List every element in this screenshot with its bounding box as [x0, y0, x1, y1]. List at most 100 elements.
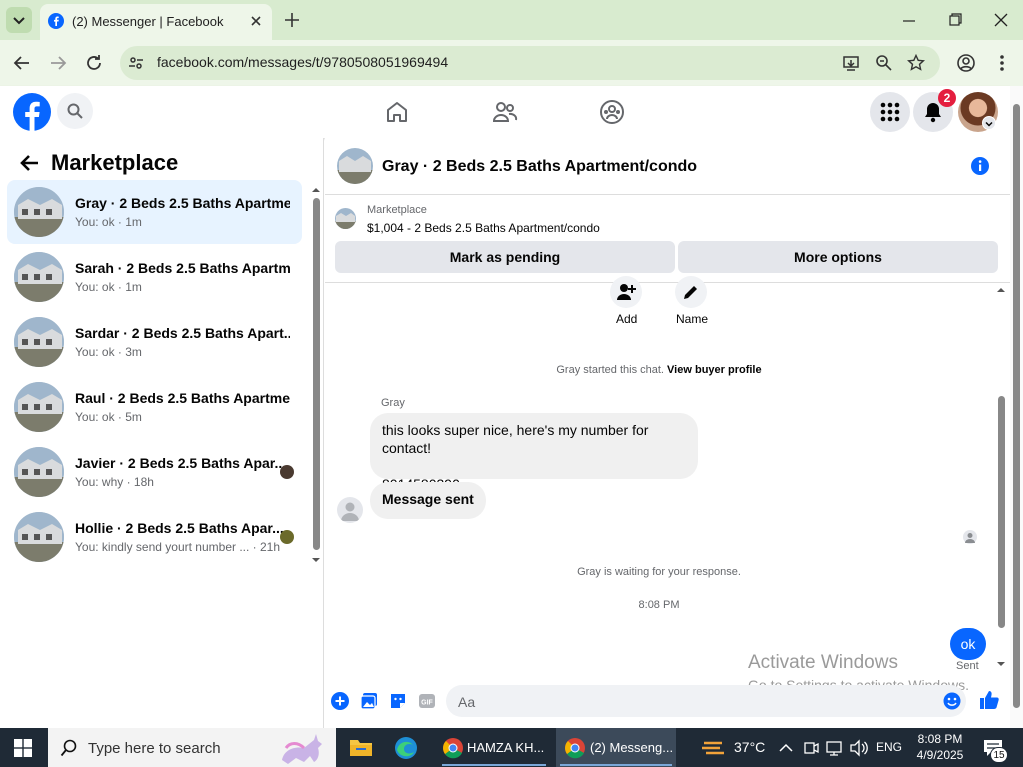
- volume-icon[interactable]: [849, 739, 869, 757]
- file-explorer-icon[interactable]: [349, 737, 373, 758]
- sidebar-scroll-thumb[interactable]: [313, 198, 320, 550]
- chat-header: Gray · 2 Beds 2.5 Baths Apartment/condo: [325, 138, 1010, 195]
- my-message-bubble[interactable]: ok: [950, 628, 986, 660]
- grid-menu-icon: [880, 102, 900, 122]
- message-text-line1: this looks super nice, here's my number …: [382, 422, 649, 456]
- conversation-name: Raul · 2 Beds 2.5 Baths Apartme...: [75, 390, 290, 406]
- listing-thumbnail-small[interactable]: [335, 208, 356, 229]
- forward-icon[interactable]: [48, 53, 68, 73]
- mark-pending-button[interactable]: Mark as pending: [335, 241, 675, 273]
- page-scrollbar[interactable]: [1010, 86, 1023, 728]
- pencil-icon: [684, 286, 697, 299]
- taskbar-app-chrome-2[interactable]: (2) Messeng...: [556, 728, 676, 767]
- message-sent-bubble[interactable]: Message sent: [370, 482, 486, 519]
- chat-scrollbar[interactable]: [995, 286, 1007, 668]
- facebook-favicon-icon: [48, 13, 64, 29]
- language-indicator[interactable]: ENG: [876, 728, 902, 767]
- tab-search-button[interactable]: [6, 7, 32, 33]
- taskbar-app-chrome-1[interactable]: HAMZA KH...: [436, 728, 554, 767]
- groups-icon[interactable]: [599, 99, 625, 125]
- listing-price-title[interactable]: $1,004 - 2 Beds 2.5 Baths Apartment/cond…: [367, 221, 600, 235]
- edit-name-button[interactable]: [675, 276, 707, 308]
- account-chevron[interactable]: [982, 116, 996, 130]
- plus-icon[interactable]: [331, 692, 349, 710]
- facebook-header: 2: [0, 86, 1010, 138]
- conversation-name: Gray · 2 Beds 2.5 Baths Apartme...: [75, 195, 290, 211]
- meet-now-icon[interactable]: [803, 739, 819, 757]
- reload-icon[interactable]: [84, 53, 104, 73]
- image-icon[interactable]: [360, 692, 378, 710]
- back-icon[interactable]: [12, 53, 32, 73]
- chevron-up-icon[interactable]: [778, 741, 794, 755]
- menu-button[interactable]: [870, 92, 910, 132]
- weather-temperature[interactable]: 37°C: [734, 728, 765, 767]
- chat-scroll-thumb[interactable]: [998, 396, 1005, 628]
- emoji-icon[interactable]: [943, 692, 961, 710]
- weather-icon[interactable]: [700, 737, 726, 759]
- chat-title[interactable]: Gray · 2 Beds 2.5 Baths Apartment/condo: [382, 158, 697, 176]
- bookmark-star-icon[interactable]: [907, 54, 925, 72]
- conversation-preview: You: ok · 5m: [75, 410, 142, 424]
- gif-icon[interactable]: GIF: [418, 692, 436, 710]
- listing-thumbnail: [14, 187, 64, 237]
- install-app-icon[interactable]: [842, 54, 860, 72]
- conversation-preview: You: ok · 3m: [75, 345, 142, 359]
- browser-tab-bar: (2) Messenger | Facebook: [0, 0, 1023, 40]
- listing-thumbnail: [14, 512, 64, 562]
- conversation-item[interactable]: Javier · 2 Beds 2.5 Baths Apar... You: w…: [7, 440, 302, 504]
- conversation-item[interactable]: Raul · 2 Beds 2.5 Baths Apartme... You: …: [7, 375, 302, 439]
- conversation-preview: You: ok · 1m: [75, 215, 142, 229]
- conversation-item[interactable]: Hollie · 2 Beds 2.5 Baths Apar... You: k…: [7, 505, 302, 569]
- taskbar-search-box[interactable]: Type here to search: [48, 728, 336, 767]
- add-label: Add: [616, 312, 638, 326]
- omnibox[interactable]: facebook.com/messages/t/9780508051969494: [120, 46, 940, 80]
- listing-thumbnail: [14, 447, 64, 497]
- started-text: Gray started this chat.: [556, 364, 664, 376]
- profile-icon[interactable]: [956, 53, 976, 73]
- search-button[interactable]: [57, 93, 93, 129]
- minimize-icon[interactable]: [900, 12, 918, 30]
- taskbar-app-label: HAMZA KH...: [467, 740, 545, 755]
- taskbar-app-underline: [560, 764, 672, 766]
- page-scroll-thumb[interactable]: [1013, 104, 1020, 708]
- view-buyer-profile-link[interactable]: View buyer profile: [667, 364, 762, 376]
- scroll-up-icon[interactable]: [312, 186, 320, 194]
- clock[interactable]: 8:08 PM 4/9/2025: [912, 731, 968, 763]
- chat-avatar[interactable]: [337, 148, 373, 184]
- edge-icon[interactable]: [394, 736, 418, 760]
- scroll-down-icon[interactable]: [997, 660, 1005, 668]
- sender-avatar[interactable]: [337, 497, 363, 523]
- sidebar-scrollbar[interactable]: [310, 186, 322, 566]
- more-options-button[interactable]: More options: [678, 241, 998, 273]
- address-bar-row: facebook.com/messages/t/9780508051969494: [0, 40, 1023, 86]
- maximize-icon[interactable]: [946, 11, 964, 29]
- site-info-icon[interactable]: [128, 55, 144, 71]
- listing-thumbnail: [14, 252, 64, 302]
- friends-icon[interactable]: [492, 100, 518, 124]
- thumbs-up-icon[interactable]: [978, 689, 1000, 711]
- conversation-item[interactable]: Gray · 2 Beds 2.5 Baths Apartme... You: …: [7, 180, 302, 244]
- info-icon[interactable]: [970, 156, 990, 176]
- new-tab-icon[interactable]: [283, 11, 301, 29]
- conversation-item[interactable]: Sardar · 2 Beds 2.5 Baths Apart... You: …: [7, 310, 302, 374]
- close-tab-icon[interactable]: [248, 13, 264, 29]
- browser-tab[interactable]: (2) Messenger | Facebook: [40, 4, 272, 40]
- message-input[interactable]: Aa: [446, 685, 966, 717]
- windows-start-icon[interactable]: [14, 739, 32, 757]
- conversation-item[interactable]: Sarah · 2 Beds 2.5 Baths Apartm... You: …: [7, 245, 302, 309]
- received-message-bubble[interactable]: this looks super nice, here's my number …: [370, 413, 698, 492]
- close-window-icon[interactable]: [992, 11, 1010, 29]
- add-contact-button[interactable]: [610, 276, 642, 308]
- network-icon[interactable]: [826, 739, 844, 757]
- browser-menu-icon[interactable]: [992, 53, 1012, 73]
- sender-name: Gray: [381, 397, 405, 409]
- scroll-down-icon[interactable]: [312, 556, 320, 564]
- zoom-icon[interactable]: [875, 54, 893, 72]
- home-icon[interactable]: [385, 100, 409, 124]
- scroll-up-icon[interactable]: [997, 286, 1005, 294]
- back-arrow-icon[interactable]: [18, 153, 40, 173]
- conversation-name: Sarah · 2 Beds 2.5 Baths Apartm...: [75, 260, 290, 276]
- facebook-logo-icon[interactable]: [13, 93, 51, 131]
- sidebar-title: Marketplace: [51, 150, 179, 175]
- sticker-icon[interactable]: [389, 692, 407, 710]
